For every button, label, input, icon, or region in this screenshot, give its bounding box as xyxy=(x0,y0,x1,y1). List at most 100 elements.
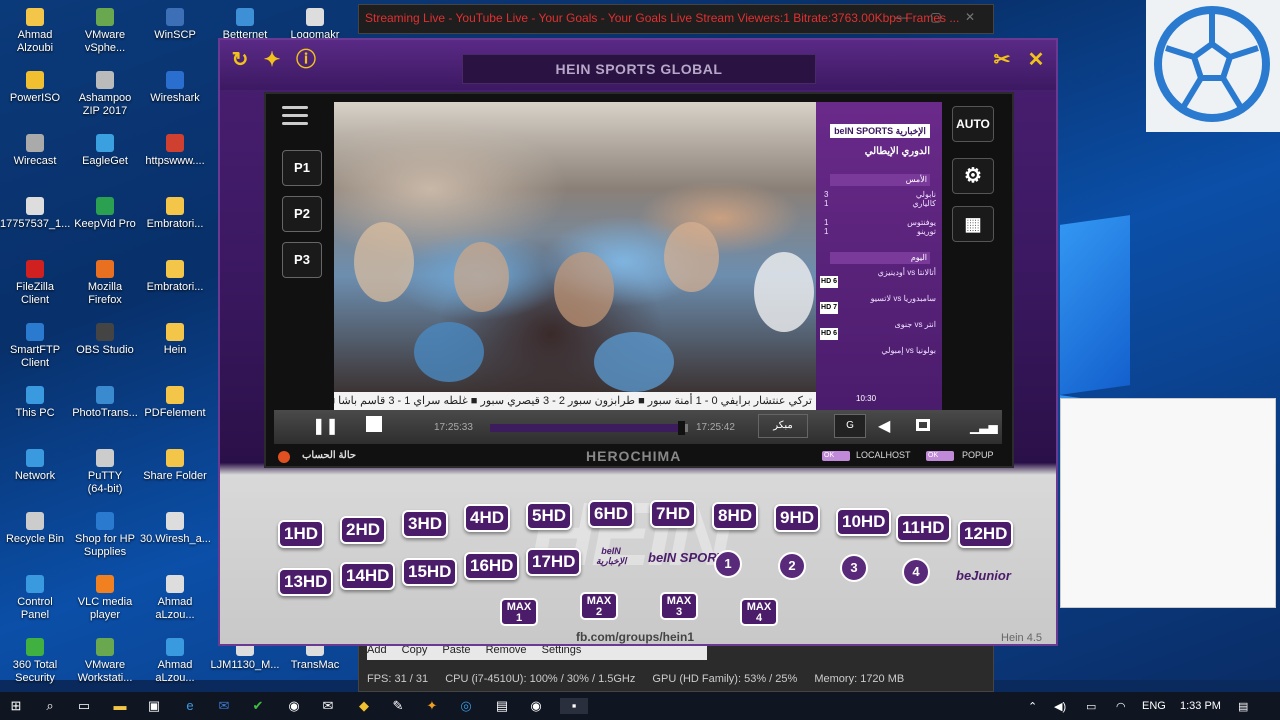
channel-12hd-button[interactable]: 12HD xyxy=(958,520,1014,548)
battery-icon[interactable]: ▭ xyxy=(1086,700,1096,713)
quality-button[interactable]: G xyxy=(834,414,866,438)
desktop-icon[interactable]: Shop for HP Supplies xyxy=(70,512,140,559)
channel-6hd-button[interactable]: 6HD xyxy=(588,500,635,528)
desktop-icon[interactable]: FileZilla Client xyxy=(0,260,70,307)
chrome-taskbar-icon[interactable]: ◎ xyxy=(458,698,474,714)
desktop-icon[interactable]: OBS Studio xyxy=(70,323,140,357)
channel-max-2[interactable]: MAX 2 xyxy=(580,592,618,620)
desktop-icon[interactable]: Ashampoo ZIP 2017 xyxy=(70,71,140,118)
channel-3hd-button[interactable]: 3HD xyxy=(402,510,449,538)
volume-icon[interactable]: ◀ xyxy=(878,418,890,436)
early-button[interactable]: مبكر xyxy=(758,414,808,438)
notes-icon[interactable]: ▤ xyxy=(494,698,510,714)
channel-number-4[interactable]: 4 xyxy=(902,558,930,586)
info-icon[interactable]: ⓘ xyxy=(294,48,318,72)
channel-number-3[interactable]: 3 xyxy=(840,554,868,582)
pause-icon[interactable]: ❚❚ xyxy=(312,418,339,436)
channel-bejunior[interactable]: beJunior xyxy=(956,568,1011,583)
channel-2hd-button[interactable]: 2HD xyxy=(340,516,387,544)
store-icon[interactable]: ▣ xyxy=(146,698,162,714)
preset-p3-button[interactable]: P3 xyxy=(282,242,322,278)
channel-15hd-button[interactable]: 15HD xyxy=(402,558,458,586)
poweriso-taskbar-icon[interactable]: ◆ xyxy=(356,698,372,714)
desktop-icon[interactable]: WinSCP xyxy=(140,8,210,42)
desktop-icon[interactable]: Logomakr xyxy=(280,8,350,42)
settings-gear-icon[interactable]: ⚙ xyxy=(952,158,994,194)
desktop-icon[interactable]: Wireshark xyxy=(140,71,210,105)
desktop-icon[interactable]: PuTTY (64-bit) xyxy=(70,449,140,496)
preset-p1-button[interactable]: P1 xyxy=(282,150,322,186)
desktop-icon[interactable]: VMware Workstati... xyxy=(70,638,140,685)
edge-icon[interactable]: e xyxy=(182,698,198,714)
channel-bein-news[interactable]: beIN الإخبارية xyxy=(596,546,626,567)
obs-window-titlebar[interactable]: Streaming Live - YouTube Live - Your Goa… xyxy=(358,4,994,34)
channel-17hd-button[interactable]: 17HD xyxy=(526,548,582,576)
desktop-icon[interactable]: 30.Wiresh_a... xyxy=(140,512,211,546)
search-icon[interactable]: ⌕ xyxy=(42,698,58,714)
network-tool-icon[interactable]: ✎ xyxy=(390,698,406,714)
tray-up-icon[interactable]: ⌃ xyxy=(1028,700,1037,713)
notifications-icon[interactable]: ▤ xyxy=(1238,700,1248,713)
file-explorer-icon[interactable]: ▬ xyxy=(112,698,128,714)
desktop-icon[interactable]: Wirecast xyxy=(0,134,70,168)
auto-button[interactable]: AUTO xyxy=(952,106,994,142)
desktop-icon[interactable]: KeepVid Pro xyxy=(70,197,140,231)
channel-number-1[interactable]: 1 xyxy=(714,550,742,578)
mail-icon[interactable]: ✉ xyxy=(320,698,336,714)
pin-taskbar-icon[interactable]: ✦ xyxy=(424,698,440,714)
popup-toggle[interactable]: OK xyxy=(926,451,954,461)
pin-icon[interactable]: ✦ xyxy=(260,48,284,72)
screen-icon[interactable] xyxy=(916,419,930,431)
channel-max-1[interactable]: MAX 1 xyxy=(500,598,538,626)
language-indicator[interactable]: ENG xyxy=(1142,700,1166,712)
desktop-icon[interactable]: Hein xyxy=(140,323,210,357)
desktop-icon[interactable]: Ahmad Alzoubi xyxy=(0,8,70,55)
menu-icon[interactable] xyxy=(282,106,308,126)
obs-taskbar-icon[interactable]: ◉ xyxy=(528,698,544,714)
remote-icon[interactable]: ▦ xyxy=(952,206,994,242)
clock[interactable]: 1:33 PM xyxy=(1180,700,1221,712)
close-icon[interactable]: ✕ xyxy=(1024,48,1048,72)
desktop-icon[interactable]: SmartFTP Client xyxy=(0,323,70,370)
seek-handle[interactable] xyxy=(678,421,686,435)
refresh-icon[interactable]: ↻ xyxy=(228,48,252,72)
desktop-icon[interactable]: Network xyxy=(0,449,70,483)
channel-8hd-button[interactable]: 8HD xyxy=(712,502,759,530)
localhost-toggle[interactable]: OK xyxy=(822,451,850,461)
desktop-icon[interactable]: Embratori... xyxy=(140,197,210,231)
channel-4hd-button[interactable]: 4HD xyxy=(464,504,511,532)
desktop-icon[interactable]: Control Panel xyxy=(0,575,70,622)
channel-7hd-button[interactable]: 7HD xyxy=(650,500,697,528)
desktop-icon[interactable]: Recycle Bin xyxy=(0,512,70,546)
preset-p2-button[interactable]: P2 xyxy=(282,196,322,232)
channel-number-2[interactable]: 2 xyxy=(778,552,806,580)
channel-9hd-button[interactable]: 9HD xyxy=(774,504,821,532)
desktop-icon[interactable]: Betternet xyxy=(210,8,280,42)
channel-5hd-button[interactable]: 5HD xyxy=(526,502,573,530)
desktop-icon[interactable]: Ahmad aLzou... xyxy=(140,575,210,622)
desktop-icon[interactable]: PDFelement xyxy=(140,386,210,420)
desktop-icon[interactable]: Share Folder xyxy=(140,449,210,483)
desktop-icon[interactable]: Mozilla Firefox xyxy=(70,260,140,307)
desktop-icon[interactable]: httpswww.... xyxy=(140,134,210,168)
channel-11hd-button[interactable]: 11HD xyxy=(896,514,951,542)
desktop-icon[interactable]: This PC xyxy=(0,386,70,420)
desktop-icon[interactable]: PowerISO xyxy=(0,71,70,105)
desktop-icon[interactable]: PhotoTrans... xyxy=(70,386,140,420)
desktop-icon[interactable]: Ahmad aLzou... xyxy=(140,638,210,685)
start-icon[interactable]: ⊞ xyxy=(8,698,24,714)
channel-1hd-button[interactable]: 1HD xyxy=(278,520,325,548)
desktop-icon[interactable]: VMware vSphe... xyxy=(70,8,140,55)
channel-max-3[interactable]: MAX 3 xyxy=(660,592,698,620)
desktop-icon[interactable]: 360 Total Security xyxy=(0,638,70,685)
video-frame[interactable] xyxy=(334,102,816,392)
window-controls[interactable]: — ▢ ✕ xyxy=(895,10,985,24)
channel-16hd-button[interactable]: 16HD xyxy=(464,552,520,580)
channel-10hd-button[interactable]: 10HD xyxy=(836,508,892,536)
task-view-icon[interactable]: ▭ xyxy=(76,698,92,714)
outlook-icon[interactable]: ✉ xyxy=(216,698,232,714)
seek-bar[interactable] xyxy=(490,421,688,435)
volume-tray-icon[interactable]: ◀) xyxy=(1054,700,1066,713)
wifi-icon[interactable]: ◠ xyxy=(1116,700,1126,713)
hein-taskbar-icon[interactable]: ▪ xyxy=(560,698,588,714)
